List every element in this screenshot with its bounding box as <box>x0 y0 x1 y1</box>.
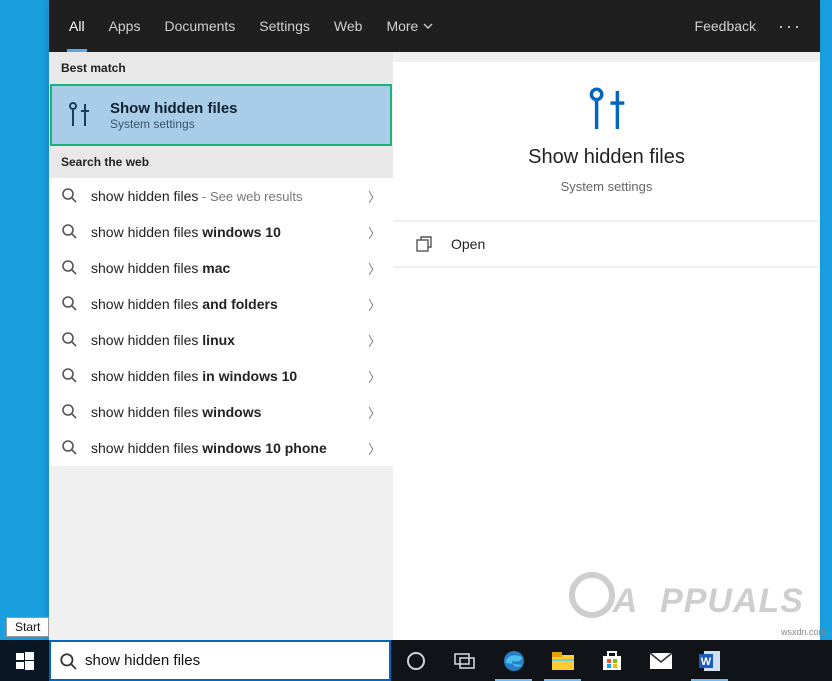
section-search-web: Search the web <box>49 146 393 178</box>
windows-logo-icon <box>16 652 34 670</box>
taskbar-app-edge[interactable] <box>489 640 538 681</box>
web-result[interactable]: show hidden files windows 〉 <box>49 394 393 430</box>
taskbar-app-mail[interactable] <box>636 640 685 681</box>
chevron-right-icon: 〉 <box>368 403 381 422</box>
search-input[interactable] <box>85 652 381 669</box>
settings-tools-icon <box>62 98 96 132</box>
chevron-down-icon <box>423 21 433 31</box>
taskbar-app-file-explorer[interactable] <box>538 640 587 681</box>
search-scope-tabs: All Apps Documents Settings Web More Fee… <box>49 0 820 52</box>
search-icon <box>59 652 77 670</box>
web-result[interactable]: show hidden files mac 〉 <box>49 250 393 286</box>
task-view-icon <box>454 652 476 670</box>
detail-card: Show hidden files System settings <box>393 62 820 220</box>
taskbar-app-store[interactable] <box>587 640 636 681</box>
open-icon <box>415 235 433 253</box>
taskbar-app-word[interactable]: W <box>685 640 734 681</box>
word-icon: W <box>698 649 722 673</box>
search-icon <box>61 367 79 385</box>
taskbar-search-box[interactable] <box>49 640 391 681</box>
web-result[interactable]: show hidden files windows 10 〉 <box>49 214 393 250</box>
search-icon <box>61 187 79 205</box>
cortana-button[interactable] <box>391 640 440 681</box>
web-results-list: show hidden files - See web results 〉 sh… <box>49 178 393 466</box>
web-result[interactable]: show hidden files in windows 10 〉 <box>49 358 393 394</box>
chevron-right-icon: 〉 <box>368 367 381 386</box>
mail-icon <box>649 652 673 670</box>
overflow-menu-button[interactable]: ··· <box>768 16 812 37</box>
search-icon <box>61 403 79 421</box>
chevron-right-icon: 〉 <box>368 223 381 242</box>
chevron-right-icon: 〉 <box>368 187 381 206</box>
detail-subtitle: System settings <box>561 179 653 194</box>
start-tooltip: Start <box>6 617 49 637</box>
tab-apps[interactable]: Apps <box>97 0 153 52</box>
open-label: Open <box>451 236 485 252</box>
chevron-right-icon: 〉 <box>368 259 381 278</box>
detail-title: Show hidden files <box>528 146 685 169</box>
tab-settings[interactable]: Settings <box>247 0 322 52</box>
start-button[interactable] <box>0 640 49 681</box>
settings-tools-icon <box>581 84 633 136</box>
chevron-right-icon: 〉 <box>368 439 381 458</box>
chevron-right-icon: 〉 <box>368 331 381 350</box>
best-match-result[interactable]: Show hidden files System settings <box>50 84 392 146</box>
cortana-icon <box>406 651 426 671</box>
results-left-column: Best match Show hidden files System sett… <box>49 52 393 640</box>
store-icon <box>601 650 623 672</box>
search-icon <box>61 259 79 277</box>
chevron-right-icon: 〉 <box>368 295 381 314</box>
section-best-match: Best match <box>49 52 393 84</box>
web-result[interactable]: show hidden files - See web results 〉 <box>49 178 393 214</box>
tab-all[interactable]: All <box>57 0 97 52</box>
search-icon <box>61 223 79 241</box>
tab-web[interactable]: Web <box>322 0 375 52</box>
feedback-link[interactable]: Feedback <box>683 18 768 34</box>
folder-icon <box>551 651 575 671</box>
best-match-subtitle: System settings <box>110 117 238 131</box>
result-detail-pane: Show hidden files System settings Open <box>393 52 820 640</box>
svg-text:W: W <box>700 656 711 668</box>
search-icon <box>61 331 79 349</box>
attribution-text: wsxdn.com <box>781 627 826 637</box>
open-action[interactable]: Open <box>393 222 820 266</box>
search-icon <box>61 439 79 457</box>
task-view-button[interactable] <box>440 640 489 681</box>
best-match-title: Show hidden files <box>110 100 238 117</box>
edge-icon <box>502 649 526 673</box>
web-result[interactable]: show hidden files linux 〉 <box>49 322 393 358</box>
tab-more[interactable]: More <box>374 0 445 52</box>
web-result[interactable]: show hidden files windows 10 phone 〉 <box>49 430 393 466</box>
web-result[interactable]: show hidden files and folders 〉 <box>49 286 393 322</box>
search-icon <box>61 295 79 313</box>
search-results-panel: All Apps Documents Settings Web More Fee… <box>49 0 820 640</box>
taskbar: W <box>0 640 832 681</box>
tab-documents[interactable]: Documents <box>152 0 247 52</box>
